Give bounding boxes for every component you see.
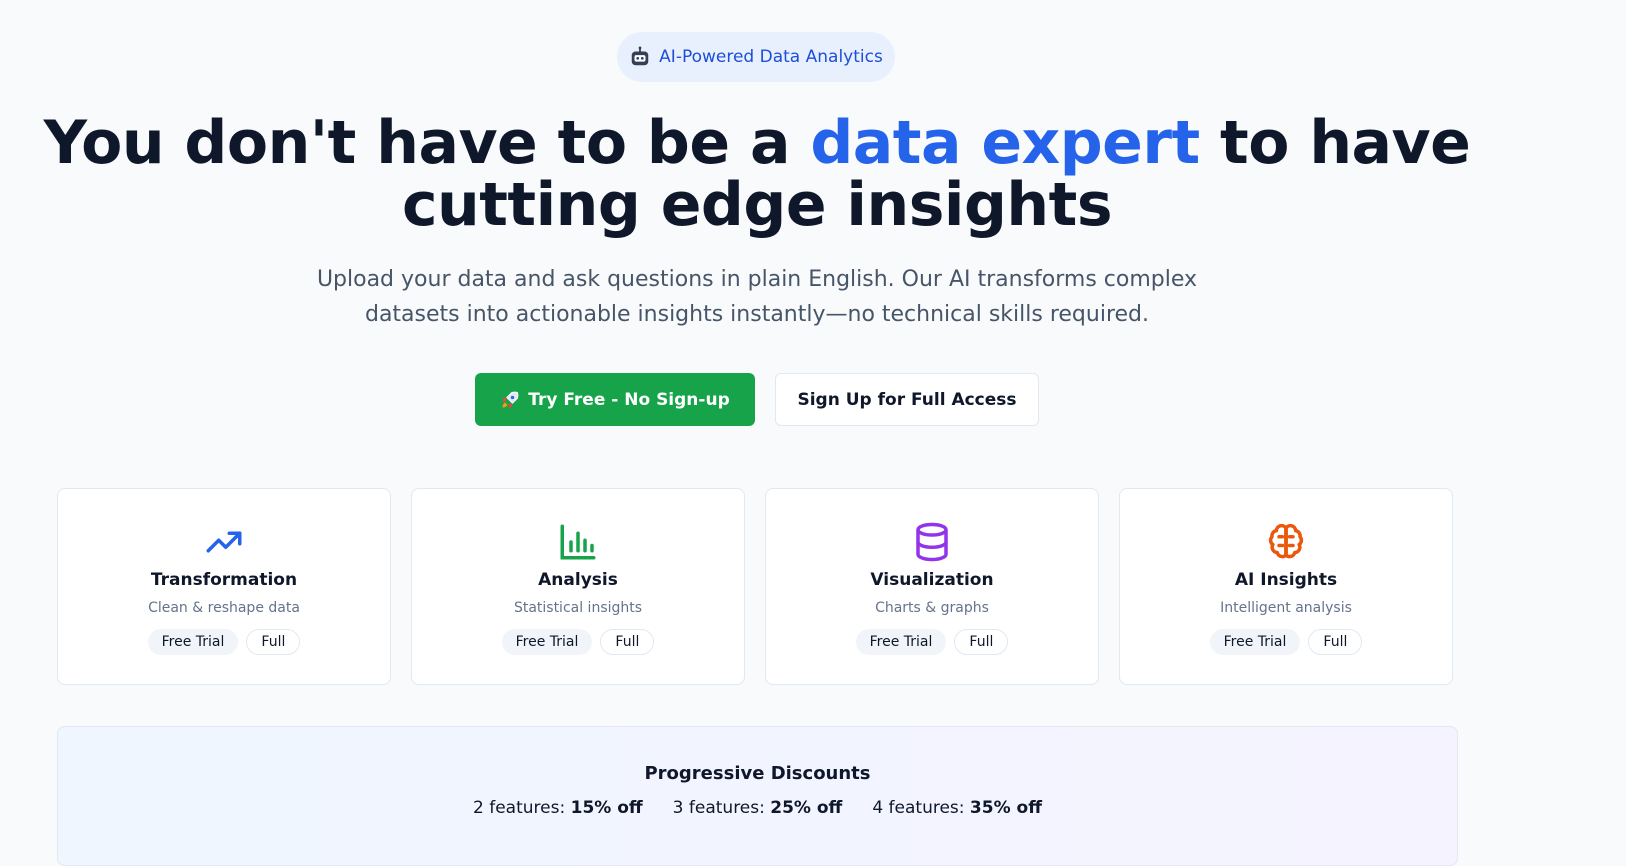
feature-desc: Statistical insights bbox=[513, 600, 643, 616]
free-trial-pill: Free Trial bbox=[1209, 629, 1301, 655]
feature-title: AI Insights bbox=[1234, 570, 1338, 590]
hero-headline: You don't have to be a data expert to ha… bbox=[0, 112, 1514, 236]
feature-desc: Intelligent analysis bbox=[1220, 600, 1352, 616]
progressive-discounts-panel: Progressive Discounts 2 features: 15% of… bbox=[57, 726, 1458, 866]
headline-mid: to have bbox=[1199, 108, 1471, 178]
headline-accent: data expert bbox=[810, 108, 1200, 178]
headline-pre: You don't have to be a bbox=[43, 108, 811, 178]
badge-label: AI-Powered Data Analytics bbox=[659, 47, 883, 67]
feature-card-visualization[interactable]: Visualization Charts & graphs Free Trial… bbox=[765, 488, 1099, 685]
ai-powered-badge: AI-Powered Data Analytics bbox=[617, 32, 895, 82]
feature-title: Visualization bbox=[870, 570, 994, 590]
free-trial-pill: Free Trial bbox=[855, 629, 947, 655]
feature-card-analysis[interactable]: Analysis Statistical insights Free Trial… bbox=[411, 488, 745, 685]
discount-tiers: 2 features: 15% off 3 features: 25% off … bbox=[58, 798, 1457, 818]
robot-icon bbox=[631, 46, 649, 66]
full-pill: Full bbox=[246, 629, 301, 655]
discounts-title: Progressive Discounts bbox=[644, 763, 871, 784]
feature-desc: Charts & graphs bbox=[875, 600, 989, 616]
bar-chart-icon bbox=[560, 524, 596, 560]
try-free-label: Try Free - No Sign-up bbox=[528, 389, 730, 410]
headline-line2: cutting edge insights bbox=[401, 170, 1113, 240]
free-trial-pill: Free Trial bbox=[501, 629, 593, 655]
feature-card-ai-insights[interactable]: AI Insights Intelligent analysis Free Tr… bbox=[1119, 488, 1453, 685]
hero-subtitle: Upload your data and ask questions in pl… bbox=[316, 267, 1198, 327]
feature-desc: Clean & reshape data bbox=[148, 600, 300, 616]
sign-up-label: Sign Up for Full Access bbox=[797, 389, 1017, 410]
feature-card-transformation[interactable]: Transformation Clean & reshape data Free… bbox=[57, 488, 391, 685]
feature-title: Transformation bbox=[150, 570, 298, 590]
full-pill: Full bbox=[954, 629, 1009, 655]
try-free-button[interactable]: Try Free - No Sign-up bbox=[475, 373, 755, 426]
brain-icon bbox=[1268, 523, 1304, 559]
free-trial-pill: Free Trial bbox=[147, 629, 239, 655]
sign-up-button[interactable]: Sign Up for Full Access bbox=[775, 373, 1039, 426]
rocket-icon bbox=[501, 391, 519, 408]
full-pill: Full bbox=[1308, 629, 1363, 655]
feature-title: Analysis bbox=[538, 570, 618, 590]
trending-up-icon bbox=[206, 531, 242, 553]
discount-tier: 2 features: 15% off bbox=[473, 798, 643, 818]
full-pill: Full bbox=[600, 629, 655, 655]
database-icon bbox=[916, 522, 948, 562]
discount-tier: 3 features: 25% off bbox=[672, 798, 843, 818]
discount-tier: 4 features: 35% off bbox=[872, 798, 1042, 818]
